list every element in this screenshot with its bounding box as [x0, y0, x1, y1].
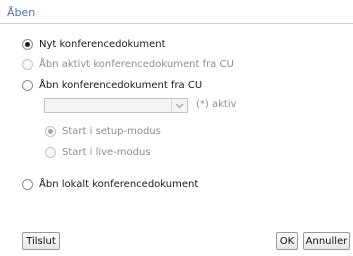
radio-start-live-mode-label: Start i live-modus — [62, 146, 151, 158]
radio-new-document-label: Nyt konferencedokument — [39, 38, 166, 50]
radio-open-from-cu-indicator[interactable] — [22, 79, 33, 91]
open-dialog: Åben Nyt konferencedokument Åbn aktivt k… — [0, 0, 353, 256]
radio-open-local-document-label: Åbn lokalt konferencedokument — [39, 178, 199, 190]
radio-open-from-cu[interactable]: Åbn konferencedokument fra CU — [22, 78, 202, 92]
chevron-down-icon — [175, 103, 184, 108]
title-bar: Åben — [0, 0, 353, 24]
cancel-button[interactable]: Annuller — [303, 232, 350, 250]
connect-button[interactable]: Tilslut — [22, 232, 60, 250]
radio-start-setup-mode[interactable]: Start i setup-modus — [45, 124, 161, 138]
radio-start-setup-mode-label: Start i setup-modus — [62, 125, 161, 137]
radio-open-from-cu-label: Åbn konferencedokument fra CU — [39, 79, 203, 91]
document-select-dropdown-button[interactable] — [171, 99, 187, 112]
radio-open-active-document-indicator[interactable] — [22, 58, 33, 70]
ok-button[interactable]: OK — [276, 232, 298, 250]
dialog-title: Åben — [7, 6, 36, 19]
radio-open-local-document[interactable]: Åbn lokalt konferencedokument — [22, 177, 198, 191]
active-note: (*) aktiv — [196, 99, 237, 110]
radio-open-active-document-label: Åbn aktivt konferencedokument fra CU — [39, 58, 234, 70]
radio-start-live-mode-indicator[interactable] — [45, 146, 56, 158]
document-select[interactable] — [44, 98, 188, 113]
radio-new-document[interactable]: Nyt konferencedokument — [22, 37, 166, 51]
radio-open-active-document[interactable]: Åbn aktivt konferencedokument fra CU — [22, 57, 234, 71]
radio-new-document-indicator[interactable] — [22, 38, 33, 50]
radio-open-local-document-indicator[interactable] — [22, 178, 33, 190]
radio-start-setup-mode-indicator[interactable] — [45, 125, 56, 137]
radio-start-live-mode[interactable]: Start i live-modus — [45, 145, 151, 159]
